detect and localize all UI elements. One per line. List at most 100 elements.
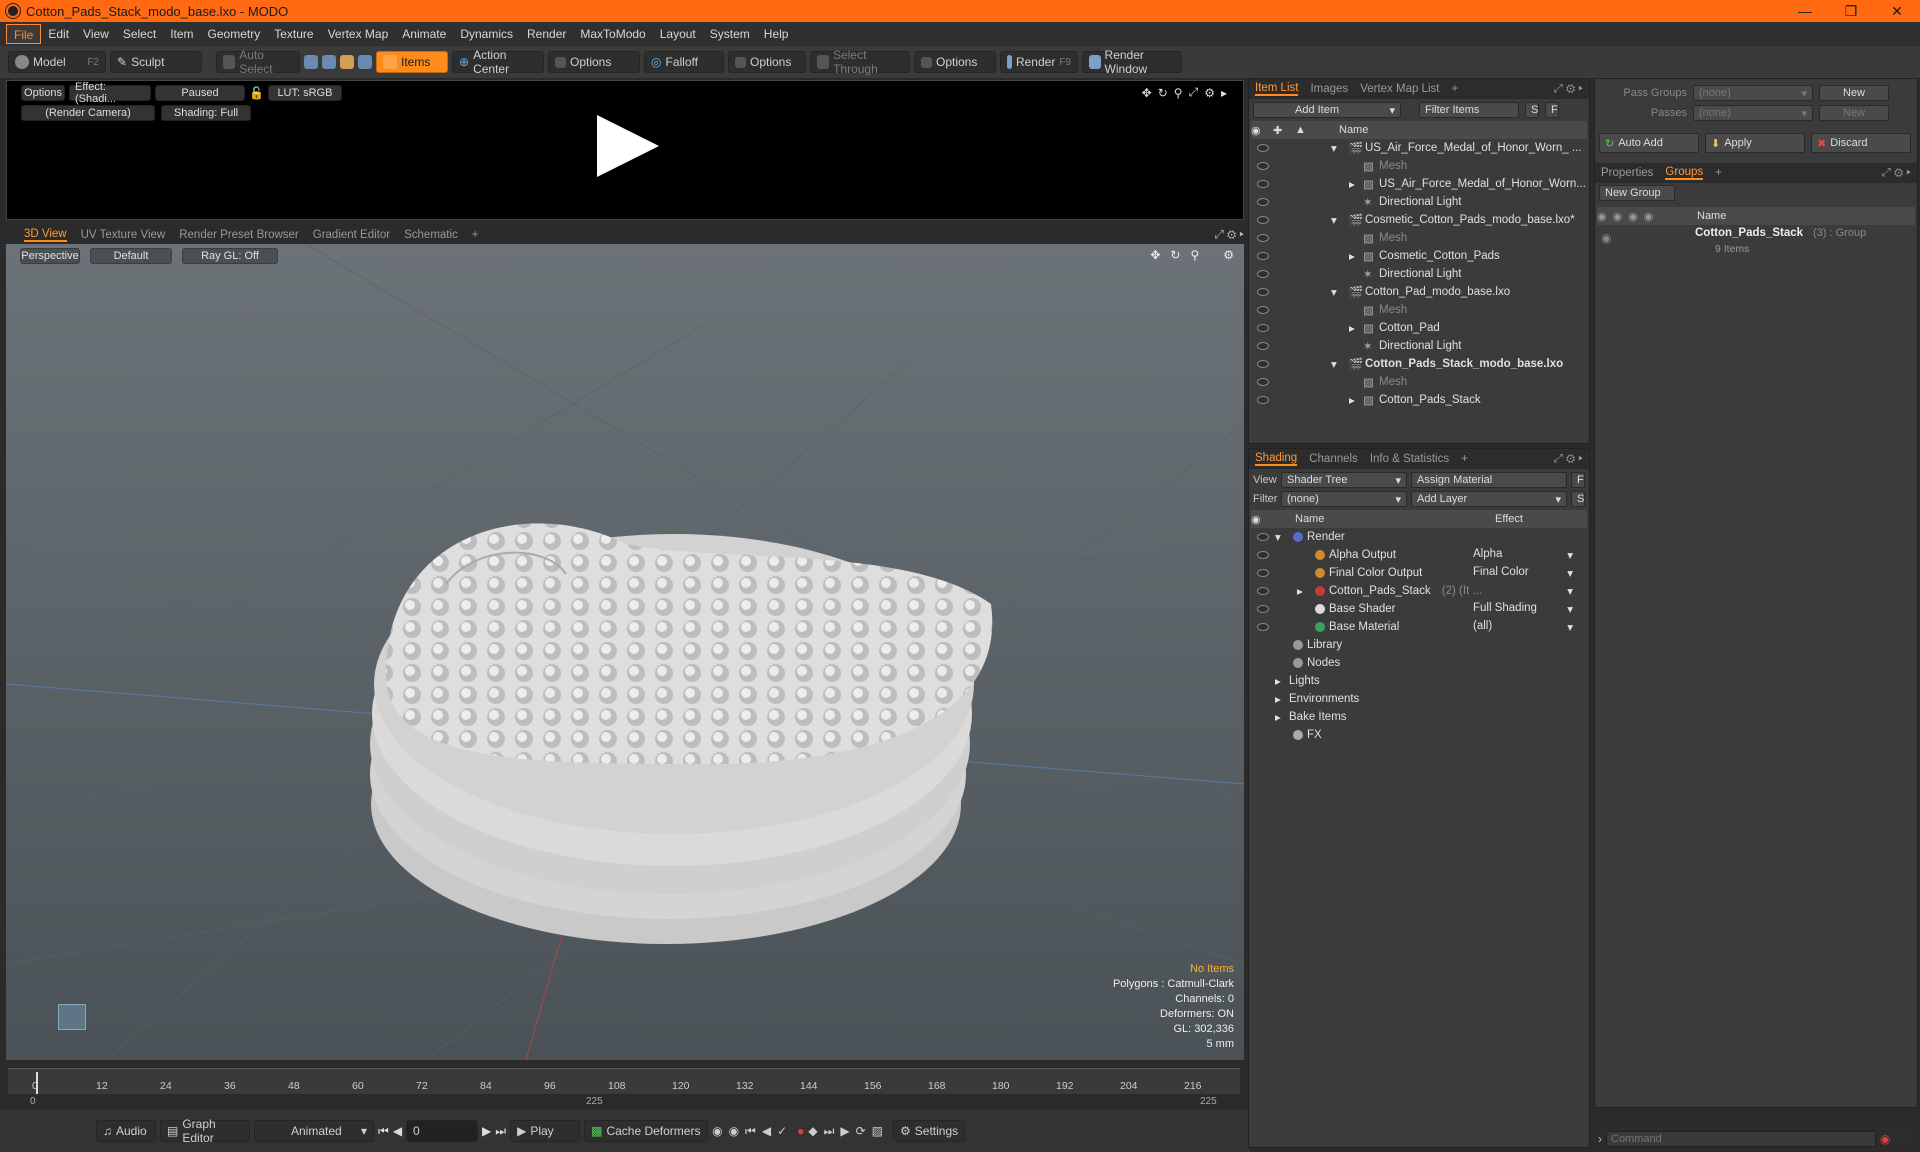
step-forward-icon[interactable]: ▶: [482, 1124, 491, 1138]
visibility-icon[interactable]: [1257, 162, 1269, 170]
chevron-right-icon[interactable]: ▸: [1349, 321, 1355, 335]
menu-file[interactable]: File: [6, 24, 42, 44]
discard-button[interactable]: ✖ Discard: [1811, 133, 1911, 153]
perspective-dropdown[interactable]: Perspective: [20, 248, 80, 264]
render-camera-dropdown[interactable]: (Render Camera): [21, 105, 155, 121]
shader-tree-row[interactable]: FX: [1251, 726, 1587, 744]
tab-3d-view[interactable]: 3D View: [24, 228, 67, 242]
shader-tree-row[interactable]: ▾ Render: [1251, 528, 1587, 546]
chevron-right-icon[interactable]: ▸: [1275, 692, 1281, 706]
visibility-icon[interactable]: [1257, 324, 1269, 332]
settings-button[interactable]: ⚙ Settings: [893, 1120, 966, 1142]
f-toggle[interactable]: F: [1571, 472, 1585, 488]
lock-icon[interactable]: 🔓: [249, 86, 264, 100]
chevron-down-icon[interactable]: ▾: [1567, 566, 1573, 580]
graph-editor-button[interactable]: ▤ Graph Editor: [160, 1117, 250, 1145]
effect-dropdown[interactable]: Final Color ▾: [1473, 566, 1573, 580]
item-list-row[interactable]: ▾ 🎬 Cotton_Pads_Stack_modo_base.lxo: [1251, 355, 1587, 373]
visibility-icon[interactable]: [1257, 144, 1269, 152]
new-group-button[interactable]: New Group: [1599, 185, 1675, 201]
effect-dropdown[interactable]: Effect: (Shadi...: [69, 81, 151, 105]
timeline[interactable]: 0 12 24 36 48 60 72 84 96 108 120 132 144 156 168 180 19…: [6, 1066, 1244, 1110]
menu-dynamics[interactable]: Dynamics: [453, 24, 520, 44]
render-window-button[interactable]: Render Window: [1082, 48, 1182, 76]
item-list-row[interactable]: ▸ ▧ US_Air_Force_Medal_of_Honor_Worn...: [1251, 175, 1587, 193]
add-tab-icon[interactable]: +: [472, 229, 479, 241]
item-list-row[interactable]: ▧ Mesh: [1251, 157, 1587, 175]
chevron-right-icon[interactable]: ▸: [1275, 710, 1281, 724]
falloff-options-button[interactable]: Options: [728, 51, 806, 73]
chevron-down-icon[interactable]: ▾: [1331, 285, 1337, 299]
tab-vertex-map-list[interactable]: Vertex Map List: [1360, 83, 1439, 95]
shader-tree-row[interactable]: Final Color Output Final Color ▾: [1251, 564, 1587, 582]
shader-tree-row[interactable]: Nodes: [1251, 654, 1587, 672]
passes-dropdown[interactable]: (none) ▾: [1693, 105, 1813, 121]
visibility-icon[interactable]: [1257, 587, 1269, 595]
item-list-row[interactable]: ▸▧Cotton_Pads_Stack(2): [1251, 391, 1740, 409]
visibility-icon[interactable]: [1257, 551, 1269, 559]
chevron-right-icon[interactable]: ▸: [1349, 249, 1355, 263]
add-item-dropdown[interactable]: Add Item ▾: [1253, 102, 1401, 118]
preview-options-button[interactable]: Options: [21, 85, 65, 101]
visibility-icon[interactable]: [1257, 569, 1269, 577]
effect-dropdown[interactable]: Alpha ▾: [1473, 548, 1573, 562]
chevron-down-icon[interactable]: ▾: [1567, 584, 1573, 598]
panel-options-icon[interactable]: ⤢ ⚙ ▸: [1882, 167, 1911, 180]
zoom-icon[interactable]: ⚲: [1190, 248, 1199, 262]
pass-groups-dropdown[interactable]: (none) ▾: [1693, 85, 1813, 101]
item-list-row[interactable]: ▾ 🎬 Cosmetic_Cotton_Pads_modo_base.lxo*: [1251, 211, 1587, 229]
keyframe-tools-icon[interactable]: ◉◉⏮◀✓: [712, 1124, 793, 1139]
item-list-row[interactable]: ✶ Directional Light: [1251, 193, 1587, 211]
effect-dropdown[interactable]: ▾: [1473, 584, 1573, 598]
panel-options-icon[interactable]: ⤢ ⚙ ▸: [1554, 83, 1583, 96]
filter-items-field[interactable]: Filter Items: [1419, 102, 1519, 118]
tab-shading[interactable]: Shading: [1255, 452, 1298, 466]
select-through-button[interactable]: Select Through: [810, 48, 910, 76]
apply-button[interactable]: ⬇ Apply: [1705, 133, 1805, 153]
menu-animate[interactable]: Animate: [395, 24, 453, 44]
action-center-button[interactable]: ⊕ Action Center: [452, 48, 544, 76]
menu-layout[interactable]: Layout: [653, 24, 703, 44]
shader-tree-row[interactable]: ▸ Cotton_Pads_Stack (2) (It ... ▾: [1251, 582, 1587, 600]
visibility-icon[interactable]: [1257, 180, 1269, 188]
lut-dropdown[interactable]: LUT: sRGB: [267, 85, 342, 101]
tab-item-list[interactable]: Item List: [1255, 82, 1299, 96]
auto-select-button[interactable]: Auto Select: [216, 48, 300, 76]
item-list-row[interactable]: ▧ Mesh: [1251, 373, 1587, 391]
assign-material-button[interactable]: Assign Material: [1411, 472, 1567, 488]
render-button[interactable]: Render F9: [1000, 51, 1078, 73]
panel-options-icon[interactable]: ⤢ ⚙ ▸: [1554, 453, 1583, 466]
maximize-button[interactable]: ❐: [1828, 3, 1874, 20]
add-tab-icon[interactable]: +: [1451, 83, 1458, 95]
menu-select[interactable]: Select: [116, 24, 163, 44]
default-dropdown[interactable]: Default: [90, 248, 172, 264]
maximize-icon[interactable]: ⤢: [1189, 85, 1199, 100]
item-list-row[interactable]: ▾ 🎬 US_Air_Force_Medal_of_Honor_Worn_ ...: [1251, 139, 1587, 157]
visibility-icon[interactable]: [1257, 342, 1269, 350]
visibility-icon[interactable]: [1257, 360, 1269, 368]
visibility-icon[interactable]: [1257, 378, 1269, 386]
tab-render-preset-browser[interactable]: Render Preset Browser: [179, 229, 299, 241]
visibility-icon[interactable]: [1257, 288, 1269, 296]
menu-item[interactable]: Item: [163, 24, 200, 44]
skip-start-icon[interactable]: ⏮: [378, 1124, 389, 1139]
f-toggle[interactable]: F: [1545, 102, 1559, 118]
chevron-down-icon[interactable]: ▾: [1567, 602, 1573, 616]
shader-tree-row[interactable]: Library: [1251, 636, 1587, 654]
filter-dropdown[interactable]: (none) ▾: [1281, 491, 1407, 507]
shading-dropdown[interactable]: Shading: Full: [161, 105, 251, 121]
move-icon[interactable]: ✥: [1142, 86, 1152, 100]
chevron-down-icon[interactable]: ▾: [1331, 357, 1337, 371]
effect-dropdown[interactable]: Full Shading ▾: [1473, 602, 1573, 616]
menu-geometry[interactable]: Geometry: [201, 24, 268, 44]
shader-tree-row[interactable]: Alpha Output Alpha ▾: [1251, 546, 1587, 564]
s-toggle[interactable]: S: [1525, 102, 1539, 118]
arrow-right-icon[interactable]: ▸: [1221, 86, 1227, 100]
step-back-icon[interactable]: ◀: [393, 1124, 402, 1138]
menu-edit[interactable]: Edit: [41, 24, 76, 44]
visibility-icon[interactable]: [1257, 270, 1269, 278]
playhead[interactable]: [36, 1072, 38, 1094]
tab-channels[interactable]: Channels: [1309, 453, 1358, 465]
record-macro-icon[interactable]: ◉: [1880, 1132, 1890, 1146]
menu-maxtomodo[interactable]: MaxToModo: [573, 24, 652, 44]
